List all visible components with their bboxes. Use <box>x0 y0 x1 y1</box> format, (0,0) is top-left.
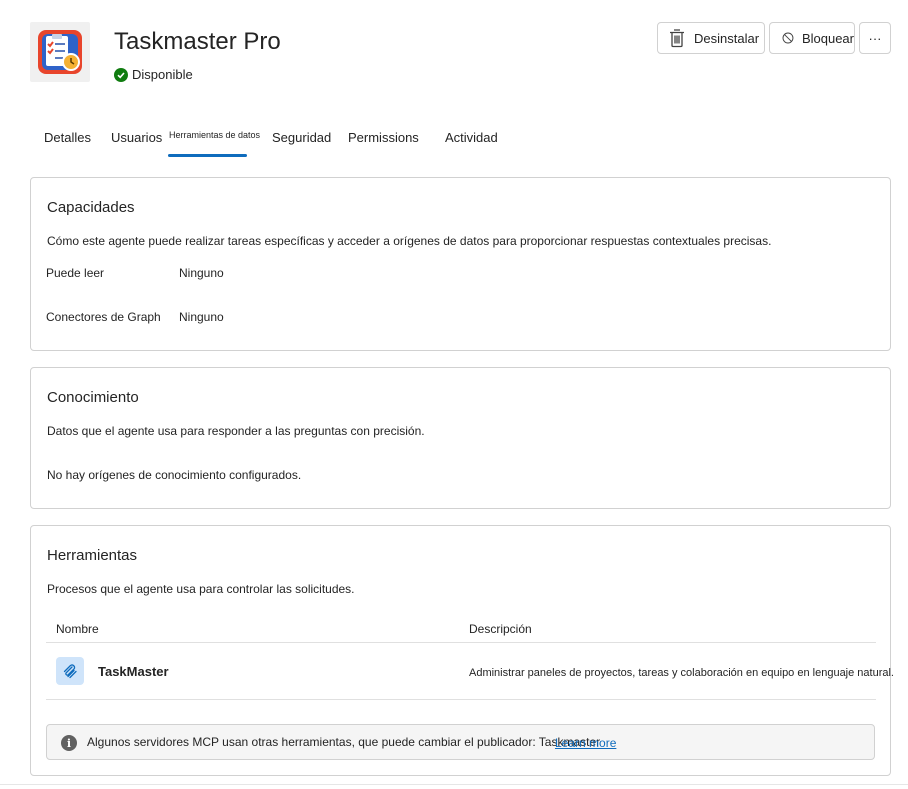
tab-data-tools[interactable]: Herramientas de datos <box>169 130 260 140</box>
tab-activity[interactable]: Actividad <box>445 130 498 145</box>
tab-permissions[interactable]: Permissions <box>348 130 419 145</box>
status-label: Disponible <box>132 67 193 82</box>
page-bottom-divider <box>0 784 908 785</box>
uninstall-button[interactable]: Desinstalar <box>657 22 765 54</box>
selected-tab-indicator <box>168 154 247 157</box>
more-icon: ··· <box>868 30 882 46</box>
checkmark-circle-icon <box>114 67 128 82</box>
block-icon <box>782 32 794 44</box>
table-header-divider <box>46 642 876 643</box>
knowledge-description: Datos que el agente usa para responder a… <box>47 424 425 438</box>
capabilities-description: Cómo este agente puede realizar tareas e… <box>47 234 772 248</box>
can-read-label: Puede leer <box>46 266 105 280</box>
graph-connectors-label: Conectores de Graph <box>46 310 161 324</box>
uninstall-label: Desinstalar <box>694 30 760 46</box>
tools-description: Procesos que el agente usa para controla… <box>47 582 355 596</box>
block-label: Bloquear <box>801 30 854 46</box>
tools-title: Herramientas <box>47 547 138 564</box>
knowledge-card: Conocimiento Datos que el agente usa par… <box>30 367 891 509</box>
tab-details[interactable]: Detalles <box>44 130 91 145</box>
graph-connectors-value: Ninguno <box>179 310 224 324</box>
learn-more-link[interactable]: Learn more <box>555 736 616 750</box>
knowledge-empty-message: No hay orígenes de conocimiento configur… <box>47 468 302 482</box>
status-badge: Disponible <box>114 67 193 82</box>
tool-name: TaskMaster <box>98 664 169 679</box>
column-header-name[interactable]: Nombre <box>56 622 99 636</box>
paperclip-icon <box>56 657 84 685</box>
info-message-bar: i Algunos servidores MCP usan otras herr… <box>46 724 875 760</box>
trash-icon <box>670 29 684 48</box>
taskmaster-app-icon <box>38 30 82 74</box>
more-options-button[interactable]: ··· <box>859 22 891 54</box>
info-icon: i <box>61 735 77 751</box>
tab-bar: Detalles Usuarios Herramientas de datos … <box>30 120 530 160</box>
tab-security[interactable]: Seguridad <box>272 130 331 145</box>
info-message-text: Algunos servidores MCP usan otras herram… <box>87 735 601 749</box>
tab-users[interactable]: Usuarios <box>111 130 162 145</box>
tool-description: Administrar paneles de proyectos, tareas… <box>469 667 894 679</box>
can-read-value: Ninguno <box>179 266 224 280</box>
app-logo <box>30 22 90 82</box>
capabilities-title: Capacidades <box>47 199 135 216</box>
column-header-description[interactable]: Descripción <box>469 622 532 636</box>
capabilities-card: Capacidades Cómo este agente puede reali… <box>30 177 891 351</box>
block-button[interactable]: Bloquear <box>769 22 855 54</box>
table-row-divider <box>46 699 876 700</box>
page-title: Taskmaster Pro <box>114 28 281 55</box>
knowledge-title: Conocimiento <box>47 389 139 406</box>
tools-card: Herramientas Procesos que el agente usa … <box>30 525 894 776</box>
